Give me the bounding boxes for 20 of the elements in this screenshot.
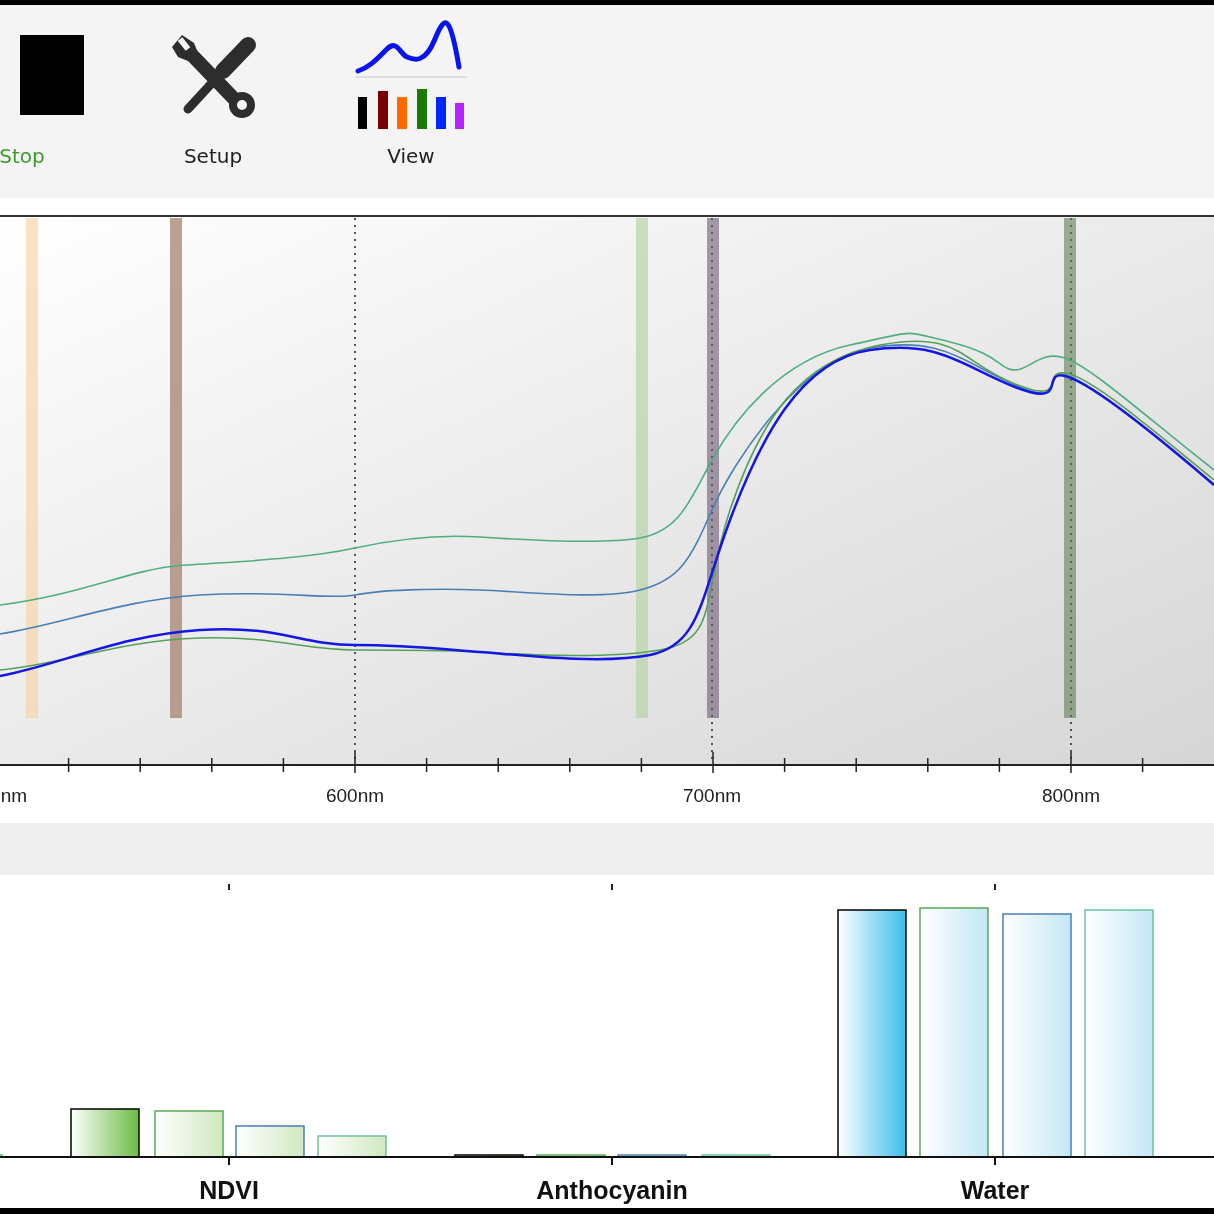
category-label: Water	[960, 1176, 1030, 1204]
bar	[70, 1108, 140, 1158]
bar	[317, 1135, 387, 1158]
stop-icon	[20, 35, 84, 115]
category-label: Anthocyanin	[536, 1176, 688, 1204]
toolbar-button[interactable]: Setup	[148, 19, 278, 171]
chart-icon	[355, 19, 467, 131]
bar	[0, 1154, 3, 1157]
axis-label: 700nm	[682, 785, 742, 806]
bar	[235, 1125, 305, 1158]
toolbar-button[interactable]: View	[346, 19, 476, 171]
bar	[536, 1154, 606, 1158]
bar	[701, 1154, 771, 1158]
axis-label: 600nm	[325, 785, 385, 806]
category-label: NDVI	[199, 1176, 259, 1204]
bar	[454, 1154, 524, 1158]
bar	[617, 1154, 687, 1158]
bar	[154, 1110, 224, 1158]
axis-label: nm	[0, 785, 28, 806]
axis-label: 800nm	[1041, 785, 1101, 806]
